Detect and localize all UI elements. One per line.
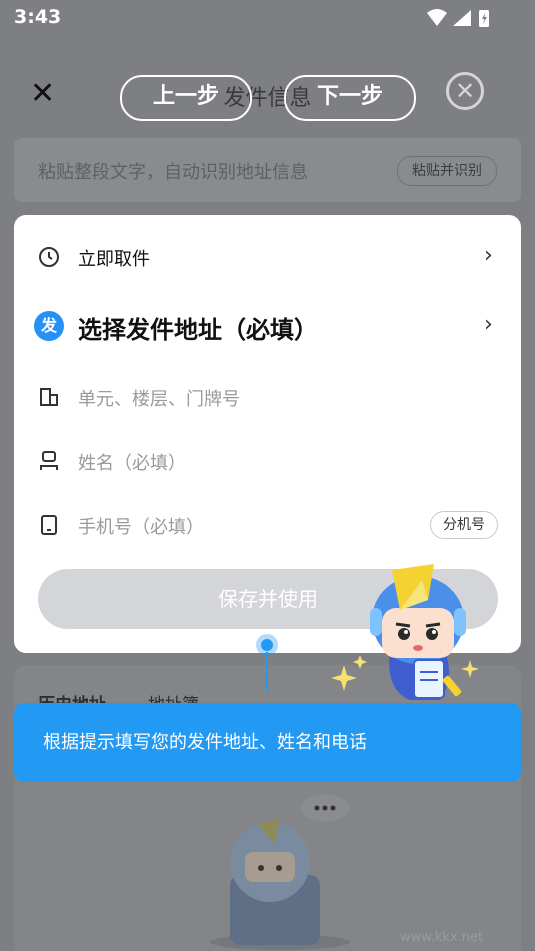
phone-input[interactable]: 手机号（必填） xyxy=(78,513,204,539)
pickup-now-label[interactable]: 立即取件 xyxy=(78,245,150,271)
guide-tip-bubble: 根据提示填写您的发件地址、姓名和电话 xyxy=(14,703,521,782)
mascot-illustration xyxy=(331,564,479,700)
empty-state-mascot xyxy=(210,794,350,950)
paste-recognize-button[interactable]: 粘贴并识别 xyxy=(397,156,497,186)
watermark: www.kkx.net xyxy=(400,930,484,945)
guide-pointer-line xyxy=(266,652,268,692)
prev-step-button[interactable]: 上一步 xyxy=(120,75,252,121)
chevron-right-icon[interactable]: › xyxy=(484,243,493,268)
next-step-button[interactable]: 下一步 xyxy=(284,75,416,121)
unit-input[interactable]: 单元、楼层、门牌号 xyxy=(78,385,240,411)
status-bar: 3:43 xyxy=(0,0,535,36)
building-icon xyxy=(40,388,58,406)
clock-icon xyxy=(39,247,59,267)
status-time: 3:43 xyxy=(14,6,62,28)
paste-hint: 粘贴整段文字，自动识别地址信息 xyxy=(38,162,308,183)
wifi-icon xyxy=(427,9,447,26)
status-icons xyxy=(427,9,489,27)
chevron-right-icon[interactable]: › xyxy=(484,312,493,337)
sender-badge: 发 xyxy=(34,311,64,341)
guide-tip-text: 根据提示填写您的发件地址、姓名和电话 xyxy=(43,732,367,753)
guide-pointer-dot-inner xyxy=(261,639,273,651)
phone-icon xyxy=(41,515,57,535)
signal-icon xyxy=(453,10,471,26)
person-icon xyxy=(40,451,58,470)
skip-guide-icon[interactable]: ✕ xyxy=(446,72,484,110)
extension-button[interactable]: 分机号 xyxy=(430,511,498,539)
select-address-label[interactable]: 选择发件地址（必填） xyxy=(78,310,318,345)
name-input[interactable]: 姓名（必填） xyxy=(78,449,186,475)
